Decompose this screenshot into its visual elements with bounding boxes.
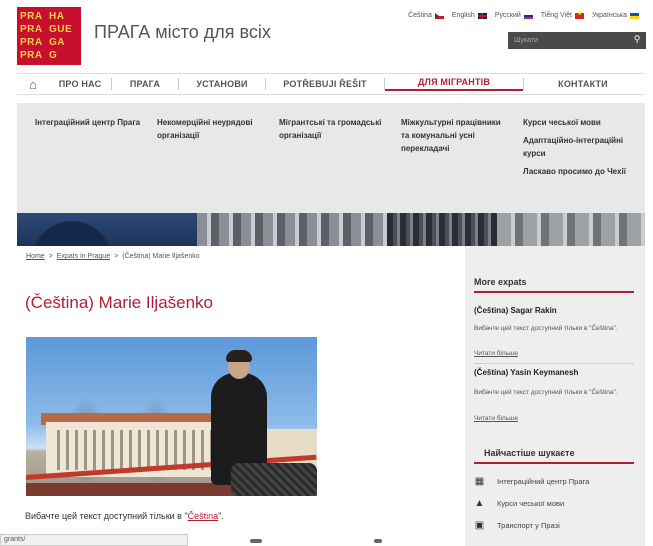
site-title[interactable]: ПРАГА місто для всіх <box>94 22 271 43</box>
dropdown-column: Мігрантські та громадські організації <box>279 116 389 147</box>
search-input[interactable] <box>508 32 628 49</box>
dropdown-column: Міжкультурні працівники та комунальні ус… <box>401 116 511 160</box>
ukraine-flag-icon <box>630 12 639 19</box>
dropdown-link[interactable]: Некомерційні неурядові організації <box>157 116 269 142</box>
dropdown-link[interactable]: Міжкультурні працівники та комунальні ус… <box>401 116 511 155</box>
dropdown-column: Некомерційні неурядові організації <box>157 116 269 147</box>
dropdown-link[interactable]: Ласкаво просимо до Чехії <box>523 165 633 178</box>
read-more-link[interactable]: Читати більше <box>474 415 518 422</box>
breadcrumb: Home > Expats in Prague > (Čeština) Mari… <box>26 253 200 260</box>
language-label: Čeština <box>408 12 432 19</box>
photo-person-hair <box>226 350 252 362</box>
nav-item-need-to-solve[interactable]: POTŘEBUJI ŘEŠIT <box>266 79 384 89</box>
breadcrumb-home[interactable]: Home <box>26 253 45 260</box>
popular-link[interactable]: ▦ Інтеграційний центр Прага <box>474 476 590 487</box>
logo-cell: G <box>49 50 58 61</box>
notice-text: Вибачте цей текст доступний тільки в <box>25 511 185 521</box>
photo-person-legs <box>231 463 317 496</box>
read-more-link[interactable]: Читати більше <box>474 350 518 357</box>
banner-segment <box>197 213 387 246</box>
search-icon[interactable]: ⚲ <box>631 35 643 46</box>
language-label: English <box>451 12 475 19</box>
nav-item-contacts[interactable]: КОНТАКТИ <box>524 79 642 89</box>
portrait-photo <box>26 337 317 496</box>
dropdown-link[interactable]: Адаптаційно-інтеграційні курси <box>523 134 633 160</box>
banner-segment <box>17 213 227 246</box>
popular-link[interactable]: ▣ Транспорт у Празі <box>474 520 560 531</box>
popular-searches-heading: Найчастіше шукаєте <box>474 448 634 464</box>
home-icon[interactable]: ⌂ <box>17 77 49 92</box>
expat-excerpt: Вибачте цей текст доступний тільки в "Če… <box>474 325 618 332</box>
language-link-cs[interactable]: Čeština <box>408 12 444 19</box>
vietnam-flag-icon <box>574 10 584 19</box>
logo-cell: GUE <box>49 24 73 35</box>
language-link-uk[interactable]: Українська <box>592 12 639 19</box>
popular-link-label: Курси чеської мови <box>497 499 565 508</box>
header-banner-image <box>17 213 645 246</box>
language-link-vi[interactable]: Tiếng Việt <box>540 10 584 19</box>
logo-cell: HA <box>49 11 65 22</box>
main-nav: ⌂ ПРО НАС ПРАГА УСТАНОВИ POTŘEBUJI ŘEŠIT… <box>17 73 645 95</box>
nav-item-prague[interactable]: ПРАГА <box>112 79 178 89</box>
dropdown-link[interactable]: Мігрантські та громадські організації <box>279 116 389 142</box>
popular-link-label: Інтеграційний центр Прага <box>497 477 590 486</box>
nav-item-about[interactable]: ПРО НАС <box>49 79 111 89</box>
banner-segment <box>497 213 645 246</box>
dropdown-column: Інтеграційний центр Прага <box>35 116 145 134</box>
sidebar-divider <box>474 363 634 364</box>
language-link-en[interactable]: English <box>452 12 487 19</box>
language-link-ru[interactable]: Русский <box>495 12 533 19</box>
breadcrumb-expats[interactable]: Expats in Prague <box>57 253 110 260</box>
nav-item-institutions[interactable]: УСТАНОВИ <box>179 79 265 89</box>
language-label: Українська <box>591 12 627 19</box>
scroll-indicator <box>250 539 262 543</box>
language-label: Русский <box>494 12 521 19</box>
popular-link[interactable]: ▲ Курси чеської мови <box>474 498 565 509</box>
dropdown-link[interactable]: Інтеграційний центр Прага <box>35 116 145 129</box>
expat-excerpt: Вибачте цей текст доступний тільки в "Če… <box>474 389 618 396</box>
graduation-cap-icon: ▲ <box>474 498 485 509</box>
czech-flag-icon <box>434 12 444 19</box>
notice-language-link[interactable]: Čeština <box>188 511 219 521</box>
logo-cell: PRA <box>20 11 43 22</box>
tram-icon: ▣ <box>474 520 485 531</box>
banner-segment <box>387 213 497 246</box>
logo-cell: GA <box>49 37 65 48</box>
expat-name[interactable]: (Čeština) Sagar Rakin <box>474 306 557 315</box>
browser-status-bar: grants/ <box>0 534 188 546</box>
language-switcher: Čeština English Русский Tiếng Việt Украї… <box>408 10 639 19</box>
russia-flag-icon <box>523 12 533 19</box>
logo-cell: PRA <box>20 50 43 61</box>
logo-cell: PRA <box>20 37 43 48</box>
page-title: (Čeština) Marie Iljašenko <box>25 293 214 312</box>
logo-cell: PRA <box>20 24 43 35</box>
popular-link-label: Транспорт у Празі <box>497 521 560 530</box>
sidebar: More expats (Čeština) Sagar Rakin Вибачт… <box>465 246 645 546</box>
scroll-indicator <box>374 539 382 543</box>
search-box: ⚲ <box>508 32 646 49</box>
language-notice: Вибачте цей текст доступний тільки в "Če… <box>25 511 224 521</box>
breadcrumb-separator: > <box>48 253 53 260</box>
nav-item-for-migrants[interactable]: ДЛЯ МІГРАНТІВ <box>385 77 523 91</box>
building-icon: ▦ <box>474 476 485 487</box>
notice-end: ". <box>218 511 224 521</box>
breadcrumb-separator: > <box>114 253 119 260</box>
uk-flag-icon <box>477 12 487 19</box>
dropdown-link[interactable]: Курси чеської мови <box>523 116 633 129</box>
expat-name[interactable]: (Čeština) Yasin Keymanesh <box>474 368 578 377</box>
dropdown-column: Курси чеської мови Адаптаційно-інтеграці… <box>523 116 633 183</box>
logo[interactable]: PRA HA PRA GUE PRA GA PRA G <box>17 7 81 65</box>
breadcrumb-current: (Čeština) Marie Iljašenko <box>122 253 200 260</box>
language-label: Tiếng Việt <box>540 12 572 19</box>
more-expats-heading: More expats <box>474 277 634 293</box>
migrants-dropdown-menu: Інтеграційний центр Прага Некомерційні н… <box>17 103 645 213</box>
